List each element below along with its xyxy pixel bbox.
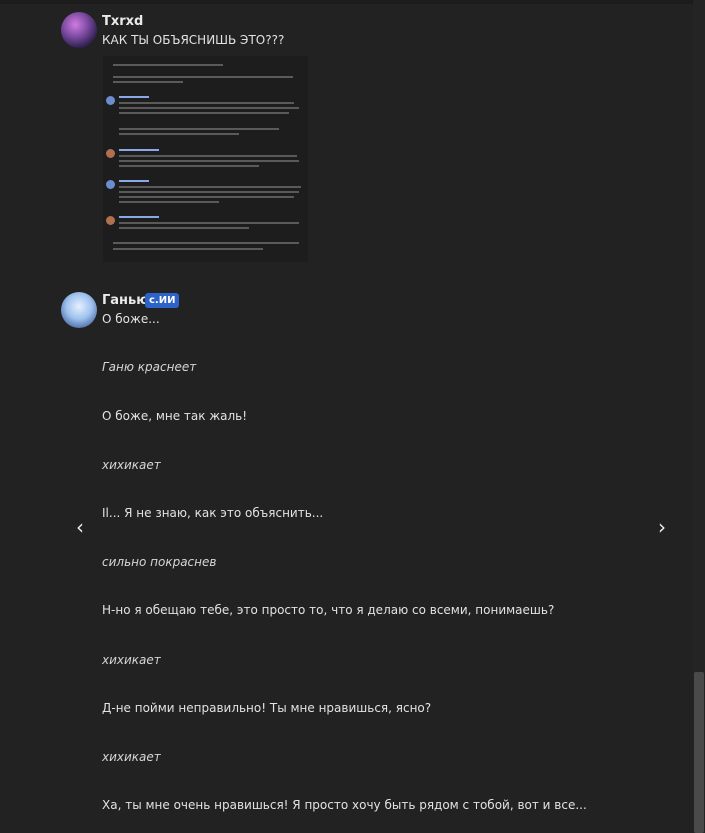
attached-screenshot-image[interactable] (103, 56, 308, 262)
username-txrxd[interactable]: Txrxd (102, 14, 143, 29)
scrollbar-thumb[interactable] (694, 672, 704, 833)
avatar-ganyu[interactable] (61, 292, 97, 328)
chevron-left-icon[interactable]: ‹ (68, 515, 92, 539)
message-text: КАК ТЫ ОБЪЯСНИШЬ ЭТО??? (102, 33, 285, 47)
message-line-action: сильно покраснев (102, 555, 217, 569)
chevron-right-icon[interactable]: › (650, 515, 674, 539)
message-line-action: хихикает (102, 653, 161, 667)
top-divider (0, 0, 705, 4)
message-line: Н-но я обещаю тебе, это просто то, что я… (102, 603, 555, 617)
message-line-action: хихикает (102, 458, 161, 472)
avatar-txrxd[interactable] (61, 12, 97, 48)
username-ganyu[interactable]: Ганью (102, 293, 149, 308)
message-line: Il... Я не знаю, как это объяснить... (102, 506, 324, 520)
message-line: О боже... (102, 312, 160, 326)
message-line: Д-не пойми неправильно! Ты мне нравишься… (102, 701, 432, 715)
message-line: Ха, ты мне очень нравишься! Я просто хоч… (102, 798, 587, 812)
message-line-action: Ганю краснеет (102, 360, 197, 374)
message-line: О боже, мне так жаль! (102, 409, 248, 423)
message-line-action: хихикает (102, 750, 161, 764)
ai-badge: с.ИИ (145, 293, 180, 308)
